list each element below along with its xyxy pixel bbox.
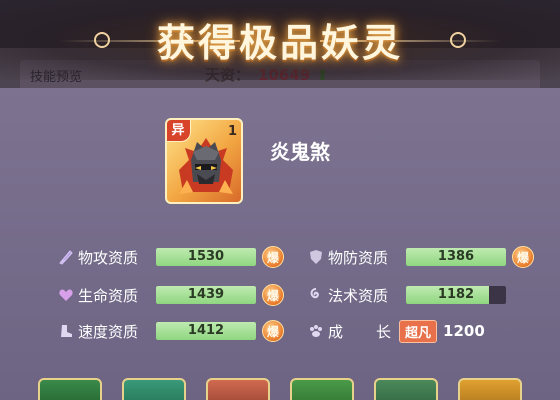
skill-slot-6[interactable] <box>458 378 522 400</box>
stat-growth: 成 长 超凡 1200 <box>306 319 485 343</box>
stat-value: 1530 <box>187 249 225 264</box>
character-name: 炎鬼煞 <box>270 140 330 164</box>
character-level: 1 <box>227 124 237 139</box>
growth-label-right: 长 <box>376 322 392 341</box>
stat-value: 1412 <box>187 323 225 338</box>
skill-slot-5[interactable] <box>374 378 438 400</box>
stat-magic: 法术资质 1182 <box>306 284 506 306</box>
burst-badge: 爆 <box>262 284 284 306</box>
growth-label-left: 成 <box>328 322 344 341</box>
stat-physical-attack: 物攻资质 1530 爆 <box>56 246 284 268</box>
stat-bar: 1439 <box>156 286 256 304</box>
heart-icon <box>56 285 76 305</box>
stat-bar: 1530 <box>156 248 256 266</box>
shield-icon <box>306 247 326 267</box>
burst-badge: 爆 <box>262 320 284 342</box>
skill-slot-4[interactable] <box>290 378 354 400</box>
paw-icon <box>306 321 326 341</box>
stat-bar: 1412 <box>156 322 256 340</box>
growth-tier-badge: 超凡 <box>399 319 438 343</box>
skill-slot-2[interactable] <box>122 378 186 400</box>
growth-value: 1200 <box>443 322 485 340</box>
stat-physical-defense: 物防资质 1386 爆 <box>306 246 534 268</box>
swirl-icon <box>306 285 326 305</box>
reward-panel <box>0 88 560 400</box>
stat-label: 生命资质 <box>78 286 139 305</box>
title-banner: 获得极品妖灵 <box>0 0 560 80</box>
skill-slot-3[interactable] <box>206 378 270 400</box>
stat-label: 物攻资质 <box>78 248 139 267</box>
dialog-title: 获得极品妖灵 <box>156 20 403 65</box>
stat-health: 生命资质 1439 爆 <box>56 284 284 306</box>
boot-icon <box>56 321 76 341</box>
stat-value: 1439 <box>187 287 225 302</box>
stat-label: 物防资质 <box>328 248 389 267</box>
feather-icon <box>56 247 76 267</box>
skill-slot-1[interactable] <box>38 378 102 400</box>
rarity-badge: 异 <box>167 120 191 142</box>
stat-label: 速度资质 <box>78 322 139 341</box>
stat-bar: 1182 <box>406 286 506 304</box>
stat-speed: 速度资质 1412 爆 <box>56 320 284 342</box>
burst-badge: 爆 <box>262 246 284 268</box>
stat-value: 1386 <box>437 249 475 264</box>
burst-badge: 爆 <box>512 246 534 268</box>
stat-label: 法术资质 <box>328 286 389 305</box>
stat-bar: 1386 <box>406 248 506 266</box>
character-card[interactable]: 异 1 <box>165 118 243 204</box>
stat-value: 1182 <box>437 287 475 302</box>
